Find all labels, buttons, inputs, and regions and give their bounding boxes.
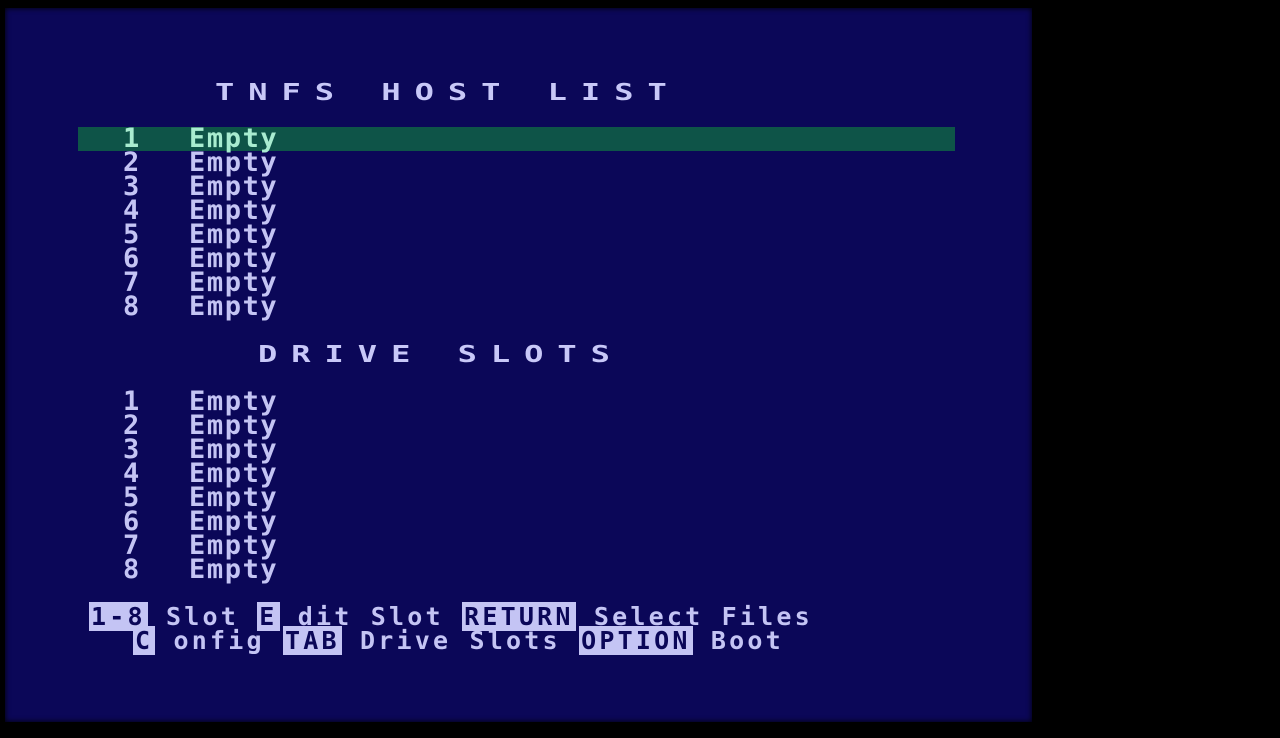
drive-slots-title: DRIVE SLOTS (258, 340, 624, 368)
atari-screen: TNFS HOST LIST 1 Empty 2 Empty 3 Empty 4 Empty 5… (5, 8, 1032, 722)
host-row-1[interactable]: 1 Empty (5, 125, 1032, 152)
drive-slot-label: Empty (189, 554, 279, 585)
host-row-5[interactable]: 5 Empty (5, 221, 1032, 248)
help-line-2: C onfig TAB Drive Slots OPTION Boot (133, 626, 784, 655)
drive-slot-row-4[interactable]: 4 Empty (5, 460, 1032, 487)
host-row-4[interactable]: 4 Empty (5, 197, 1032, 224)
host-row-3[interactable]: 3 Empty (5, 173, 1032, 200)
host-label: Empty (189, 291, 279, 322)
help-text: Boot (692, 626, 784, 655)
drive-slot-row-7[interactable]: 7 Empty (5, 532, 1032, 559)
host-list-title: TNFS HOST LIST (215, 78, 681, 106)
drive-slot-row-2[interactable]: 2 Empty (5, 412, 1032, 439)
host-row-8[interactable]: 8 Empty (5, 291, 1032, 322)
drive-slot-row-1[interactable]: 1 Empty (5, 388, 1032, 415)
drive-slot-number: 8 (123, 554, 141, 585)
drive-slot-row-6[interactable]: 6 Empty (5, 508, 1032, 535)
drive-slot-row-8[interactable]: 8 Empty (5, 554, 1032, 585)
host-row-2[interactable]: 2 Empty (5, 149, 1032, 176)
host-row-7[interactable]: 7 Empty (5, 269, 1032, 296)
drive-slot-row-3[interactable]: 3 Empty (5, 436, 1032, 463)
help-text: Drive Slots (341, 626, 580, 655)
host-row-6[interactable]: 6 Empty (5, 245, 1032, 272)
key-c-badge[interactable]: C (133, 626, 156, 655)
host-number: 8 (123, 291, 141, 322)
key-option-badge[interactable]: OPTION (579, 626, 693, 655)
key-tab-badge[interactable]: TAB (283, 626, 342, 655)
drive-slot-row-5[interactable]: 5 Empty (5, 484, 1032, 511)
help-text: onfig (155, 626, 284, 655)
